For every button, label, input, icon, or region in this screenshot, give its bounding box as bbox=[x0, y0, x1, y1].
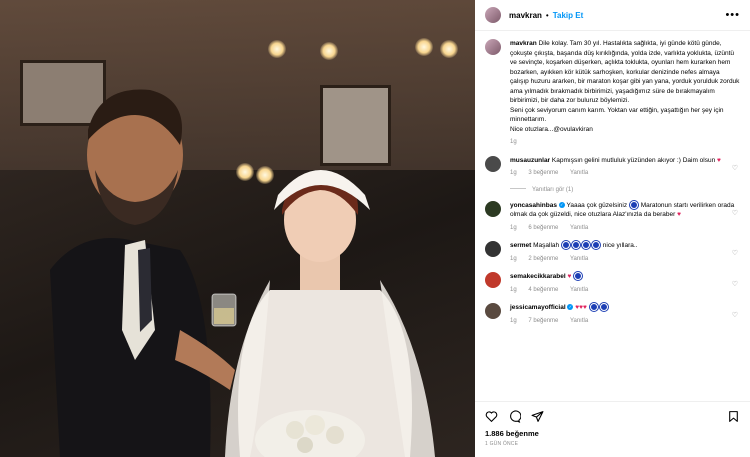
post-modal: mavkran • Takip Et ••• mavkran Dile kola… bbox=[0, 0, 750, 457]
avatar[interactable] bbox=[485, 200, 501, 217]
glass-icon bbox=[211, 293, 237, 327]
like-comment-icon[interactable]: ♡ bbox=[732, 209, 738, 217]
caption: mavkran Dile kolay. Tam 30 yıl. Hastalık… bbox=[485, 39, 740, 148]
username-link[interactable]: mavkran bbox=[509, 11, 542, 20]
comment-username[interactable]: musauzunlar bbox=[510, 157, 550, 164]
comment-row: musauzunlar Kapmışsın gelini mutluluk yü… bbox=[485, 155, 740, 179]
comment-likes[interactable]: 7 beğenme bbox=[528, 318, 558, 324]
caption-text-3: Nice otuzlara...@ovulavkiran bbox=[510, 125, 593, 133]
comments-list[interactable]: mavkran Dile kolay. Tam 30 yıl. Hastalık… bbox=[475, 31, 750, 401]
heart-emoji-icon: ♥ bbox=[677, 211, 681, 218]
action-bar: 1.886 beğenme 1 GÜN ÖNCE bbox=[475, 401, 750, 457]
reply-button[interactable]: Yanıtla bbox=[570, 318, 588, 324]
share-icon[interactable] bbox=[531, 410, 544, 423]
comment-likes[interactable]: 2 beğenme bbox=[528, 256, 558, 262]
like-comment-icon[interactable]: ♡ bbox=[732, 249, 738, 257]
verified-badge-icon: ✓ bbox=[567, 304, 574, 311]
comment-username[interactable]: jessicamayofficial bbox=[510, 304, 566, 311]
avatar[interactable] bbox=[485, 155, 501, 172]
comment-likes[interactable]: 6 beğenme bbox=[528, 225, 558, 231]
comment-text: Kapmışsın gelini mutluluk yüzünden akıyo… bbox=[551, 156, 716, 164]
comment-time: 1g bbox=[510, 170, 517, 176]
comment-username[interactable]: sermet bbox=[510, 242, 531, 249]
save-bookmark-icon[interactable] bbox=[727, 410, 740, 423]
nazar-emoji-icon bbox=[574, 272, 583, 281]
post-header: mavkran • Takip Et ••• bbox=[475, 0, 750, 31]
comment-text: Yaaaa çok güzelsiniz bbox=[566, 201, 628, 209]
avatar[interactable] bbox=[485, 241, 501, 257]
like-comment-icon[interactable]: ♡ bbox=[732, 280, 738, 288]
comment-likes[interactable]: 3 beğenme bbox=[528, 170, 558, 176]
avatar[interactable] bbox=[485, 303, 501, 319]
comment-time: 1g bbox=[510, 286, 517, 293]
avatar[interactable] bbox=[485, 272, 501, 288]
avatar[interactable] bbox=[485, 7, 501, 23]
comment-time: 1g bbox=[510, 255, 517, 262]
comment-time: 1g bbox=[510, 317, 517, 324]
verified-badge-icon: ✓ bbox=[558, 201, 565, 208]
reply-button[interactable]: Yanıtla bbox=[570, 256, 588, 262]
caption-username[interactable]: mavkran bbox=[510, 40, 537, 47]
nazar-emoji-icon bbox=[599, 303, 608, 312]
nazar-emoji-icon bbox=[561, 241, 570, 250]
like-comment-icon[interactable]: ♡ bbox=[732, 311, 738, 319]
post-photo[interactable] bbox=[0, 0, 475, 457]
like-count[interactable]: 1.886 beğenme bbox=[485, 429, 740, 438]
caption-text: Dile kolay. Tam 30 yıl. Hastalıkta sağlı… bbox=[510, 40, 740, 104]
post-time: 1 GÜN ÖNCE bbox=[485, 441, 519, 447]
nazar-emoji-icon bbox=[571, 241, 580, 250]
comment-row: sermet Maşallah nice yıllara.. 1g 2 beğe… bbox=[485, 241, 740, 264]
nazar-emoji-icon bbox=[591, 241, 600, 250]
post-sidebar: mavkran • Takip Et ••• mavkran Dile kola… bbox=[475, 0, 750, 457]
bride-figure bbox=[225, 170, 435, 457]
caption-time: 1g bbox=[510, 139, 517, 145]
comment-row: jessicamayofficial ✓ ♥♥♥ 1g 7 beğenme Ya… bbox=[485, 303, 740, 326]
light-bulb bbox=[320, 42, 338, 60]
light-bulb bbox=[268, 40, 286, 58]
heart-emoji-icon: ♥♥♥ bbox=[575, 304, 587, 311]
like-heart-icon[interactable] bbox=[485, 410, 498, 423]
like-comment-icon[interactable]: ♡ bbox=[732, 164, 738, 172]
view-replies-button[interactable]: Yanıtları gör (1) bbox=[510, 187, 740, 193]
nazar-emoji-icon bbox=[589, 303, 598, 312]
comment-username[interactable]: semakecikkarabel bbox=[510, 273, 566, 280]
more-options-icon[interactable]: ••• bbox=[725, 9, 740, 21]
nazar-emoji-icon bbox=[581, 241, 590, 250]
comment-likes[interactable]: 4 beğenme bbox=[528, 287, 558, 293]
comment-row: yoncasahinbas ✓ Yaaaa çok güzelsiniz Mar… bbox=[485, 200, 740, 234]
comment-text-2: nice yıllara.. bbox=[602, 242, 638, 249]
caption-text-2: Seni çok seviyorum canım karım. Yoktan v… bbox=[510, 106, 724, 124]
comment-text: Maşallah bbox=[533, 242, 560, 249]
comment-username[interactable]: yoncasahinbas bbox=[510, 202, 557, 209]
comment-row: semakecikkarabel ♥ 1g 4 beğenme Yanıtla … bbox=[485, 272, 740, 295]
reply-button[interactable]: Yanıtla bbox=[570, 287, 588, 293]
comment-icon[interactable] bbox=[508, 409, 521, 423]
avatar[interactable] bbox=[485, 39, 501, 55]
follow-button[interactable]: Takip Et bbox=[553, 11, 584, 20]
light-bulb bbox=[440, 40, 458, 58]
reply-button[interactable]: Yanıtla bbox=[570, 170, 588, 176]
light-bulb bbox=[415, 38, 433, 56]
nazar-emoji-icon bbox=[629, 200, 638, 209]
heart-emoji-icon: ♥ bbox=[717, 156, 721, 164]
heart-emoji-icon: ♥ bbox=[567, 273, 572, 280]
separator-dot: • bbox=[545, 10, 549, 20]
comment-time: 1g bbox=[510, 224, 517, 231]
reply-button[interactable]: Yanıtla bbox=[570, 225, 588, 231]
